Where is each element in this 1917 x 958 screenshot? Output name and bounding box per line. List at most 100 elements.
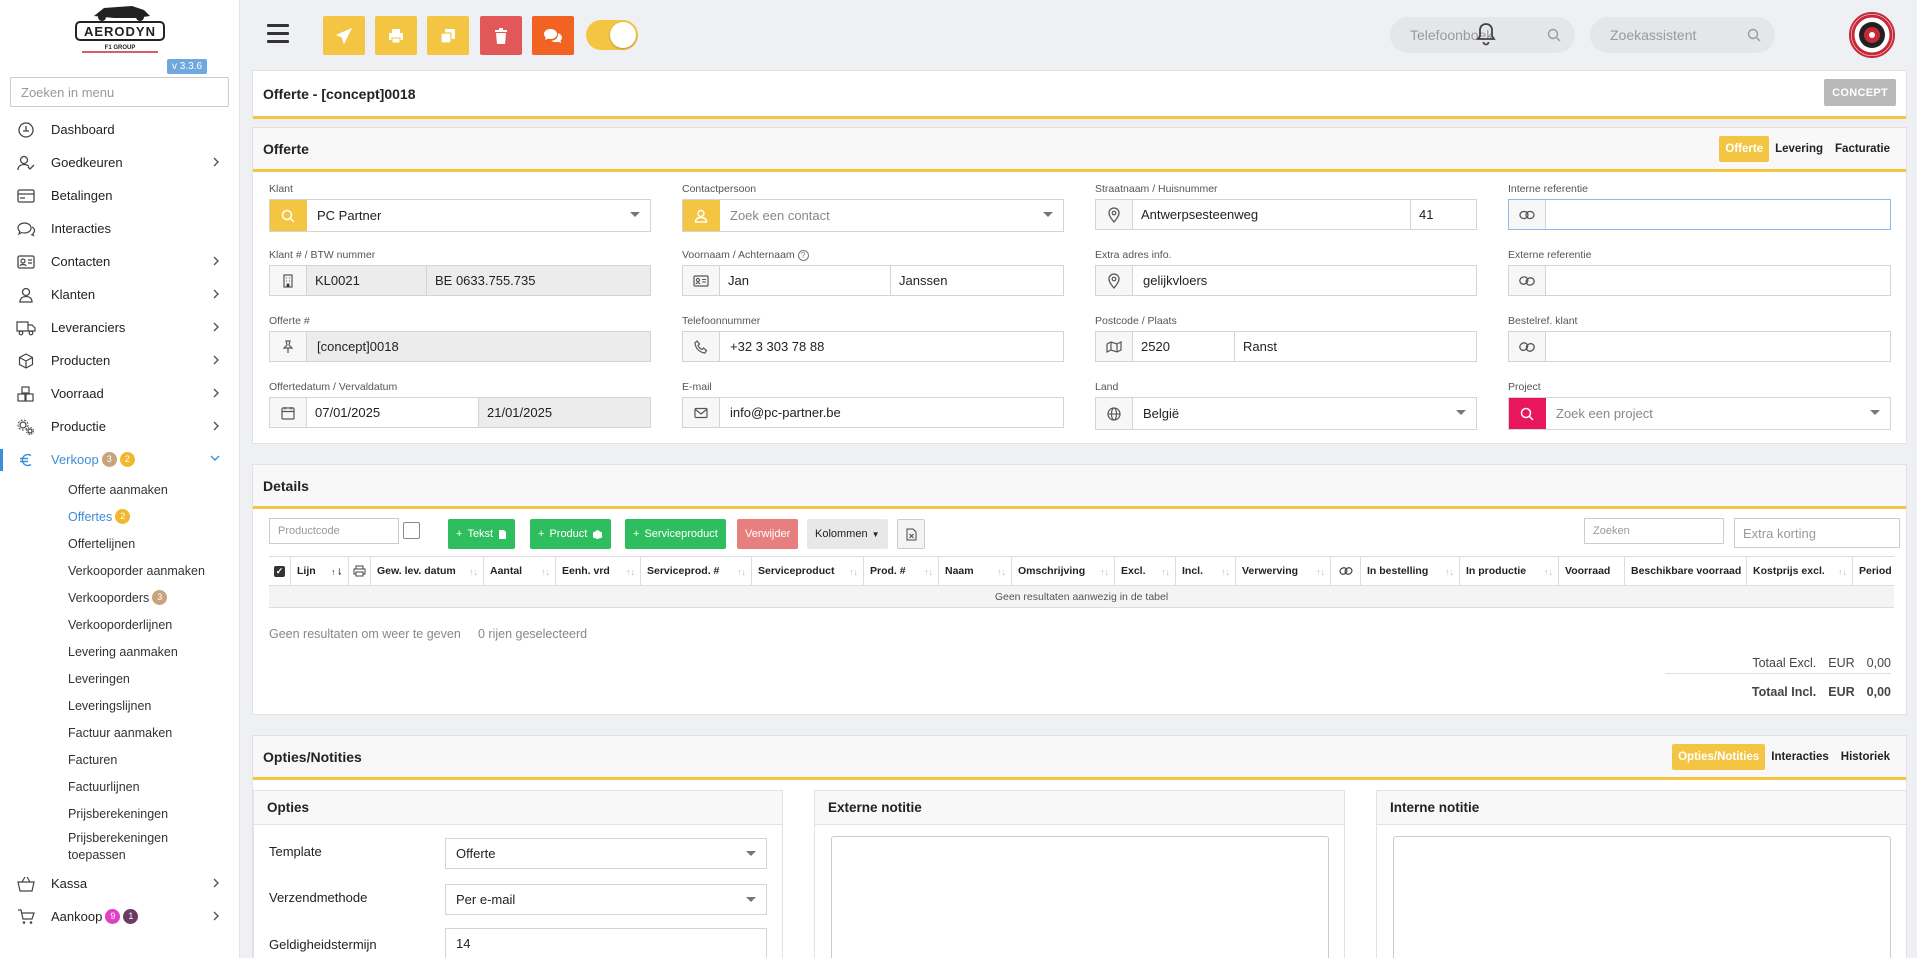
klant-select[interactable]: PC Partner bbox=[269, 199, 651, 232]
productcode-checkbox[interactable] bbox=[403, 522, 420, 539]
nav-leveranciers[interactable]: Leveranciers bbox=[0, 311, 240, 344]
offertedatum-input[interactable]: 07/01/2025 bbox=[307, 398, 479, 427]
email-input[interactable]: info@pc-partner.be bbox=[720, 405, 851, 420]
assistant-search[interactable]: Zoekassistent bbox=[1590, 17, 1775, 53]
col-serviceproduct[interactable]: Serviceproduct ↑↓ bbox=[752, 557, 864, 585]
col-verwerving[interactable]: Verwerving ↑↓ bbox=[1236, 557, 1331, 585]
col-eenh-vrd[interactable]: Eenh. vrd ↑↓ bbox=[556, 557, 641, 585]
plaats-input[interactable]: Ranst bbox=[1235, 332, 1285, 361]
sub-offerte-aanmaken[interactable]: Offerte aanmaken bbox=[68, 476, 240, 503]
col-period[interactable]: Period bbox=[1853, 557, 1894, 585]
sub-offertelijnen[interactable]: Offertelijnen bbox=[68, 530, 240, 557]
verzend-select[interactable]: Per e-mail bbox=[445, 884, 767, 915]
straat-field[interactable]: Antwerpsesteenweg 41 bbox=[1095, 199, 1477, 230]
hamburger-menu-icon[interactable] bbox=[267, 24, 289, 44]
interne-ref-field[interactable] bbox=[1508, 199, 1891, 230]
remove-button[interactable]: Verwijder bbox=[737, 519, 799, 549]
sub-factuurlijnen[interactable]: Factuurlijnen bbox=[68, 773, 240, 800]
sub-verkooporders[interactable]: Verkooporders 3 bbox=[68, 584, 240, 611]
voornaam-input[interactable]: Jan bbox=[720, 266, 891, 295]
huisnummer-input[interactable]: 41 bbox=[1411, 200, 1441, 229]
tab-levering[interactable]: Levering bbox=[1769, 136, 1829, 162]
nav-dashboard[interactable]: Dashboard bbox=[0, 113, 240, 146]
template-select[interactable]: Offerte bbox=[445, 838, 767, 869]
duplicate-button[interactable] bbox=[427, 16, 469, 55]
sub-factuur-aanmaken[interactable]: Factuur aanmaken bbox=[68, 719, 240, 746]
nav-goedkeuren[interactable]: Goedkeuren bbox=[0, 146, 240, 179]
col-kostprijs-excl[interactable]: Kostprijs excl. ↑↓ bbox=[1747, 557, 1853, 585]
sub-verkooporder-aanmaken[interactable]: Verkooporder aanmaken bbox=[68, 557, 240, 584]
nav-klanten[interactable]: Klanten bbox=[0, 278, 240, 311]
geldigheid-input[interactable]: 14 bbox=[445, 928, 767, 958]
externe-ref-field[interactable] bbox=[1508, 265, 1891, 296]
nav-productie[interactable]: Productie bbox=[0, 410, 240, 443]
comments-button[interactable] bbox=[532, 16, 574, 55]
col-serviceprod-nr[interactable]: Serviceprod. # ↑↓ bbox=[641, 557, 752, 585]
datum-field[interactable]: 07/01/2025 21/01/2025 bbox=[269, 397, 651, 428]
col-prod-nr[interactable]: Prod. # ↑↓ bbox=[864, 557, 939, 585]
extra-adres-input[interactable]: gelijkvloers bbox=[1133, 273, 1217, 288]
tab-historiek[interactable]: Historiek bbox=[1835, 744, 1896, 770]
avatar[interactable] bbox=[1849, 12, 1895, 58]
sub-levering-aanmaken[interactable]: Levering aanmaken bbox=[68, 638, 240, 665]
col-excl[interactable]: Excl. ↑↓ bbox=[1115, 557, 1176, 585]
nav-aankoop[interactable]: Aankoop 9 1 bbox=[0, 900, 240, 933]
col-in-bestelling[interactable]: In bestelling ↑↓ bbox=[1361, 557, 1460, 585]
send-button[interactable] bbox=[323, 16, 365, 55]
col-link[interactable] bbox=[1331, 557, 1361, 585]
col-in-productie[interactable]: In productie ↑↓ bbox=[1460, 557, 1559, 585]
bestelref-field[interactable] bbox=[1508, 331, 1891, 362]
delete-button[interactable] bbox=[480, 16, 522, 55]
table-search-input[interactable]: Zoeken bbox=[1584, 518, 1724, 544]
nav-producten[interactable]: Producten bbox=[0, 344, 240, 377]
col-beschikbare-voorraad[interactable]: Beschikbare voorraad bbox=[1625, 557, 1747, 585]
achternaam-input[interactable]: Janssen bbox=[891, 266, 955, 295]
col-omschrijving[interactable]: Omschrijving ↑↓ bbox=[1012, 557, 1115, 585]
select-all-checkbox[interactable]: ✓ bbox=[269, 557, 291, 585]
tab-facturatie[interactable]: Facturatie bbox=[1829, 136, 1896, 162]
col-print[interactable] bbox=[349, 557, 371, 585]
add-product-button[interactable]: + Product bbox=[530, 519, 612, 549]
email-field[interactable]: info@pc-partner.be bbox=[682, 397, 1064, 428]
aerodyn-logo[interactable]: AERODYN F1 GROUP bbox=[74, 2, 166, 54]
nav-interacties[interactable]: Interacties bbox=[0, 212, 240, 245]
sub-prijsberekeningen[interactable]: Prijsberekeningen bbox=[68, 800, 240, 827]
sub-verkooporderlijnen[interactable]: Verkooporderlijnen bbox=[68, 611, 240, 638]
nav-voorraad[interactable]: Voorraad bbox=[0, 377, 240, 410]
sub-offertes[interactable]: Offertes 2 bbox=[68, 503, 240, 530]
naam-field[interactable]: Jan Janssen bbox=[682, 265, 1064, 296]
nav-kassa[interactable]: Kassa bbox=[0, 867, 240, 900]
columns-button[interactable]: Kolommen ▼ bbox=[807, 519, 888, 549]
info-icon[interactable]: ? bbox=[797, 250, 809, 261]
postcode-input[interactable]: 2520 bbox=[1133, 332, 1235, 361]
add-serviceproduct-button[interactable]: + Serviceproduct bbox=[625, 519, 726, 549]
extra-adres-field[interactable]: gelijkvloers bbox=[1095, 265, 1477, 296]
bell-icon[interactable] bbox=[1476, 22, 1496, 46]
extra-korting-input[interactable]: Extra korting bbox=[1734, 518, 1900, 548]
col-voorraad[interactable]: Voorraad bbox=[1559, 557, 1625, 585]
mode-toggle[interactable] bbox=[586, 20, 638, 50]
print-button[interactable] bbox=[375, 16, 417, 55]
interne-notitie-textarea[interactable] bbox=[1393, 836, 1891, 958]
contact-select[interactable]: Zoek een contact bbox=[682, 199, 1064, 232]
telefoon-field[interactable]: +32 3 303 78 88 bbox=[682, 331, 1064, 362]
land-select[interactable]: België bbox=[1095, 397, 1477, 430]
sub-leveringslijnen[interactable]: Leveringslijnen bbox=[68, 692, 240, 719]
productcode-input[interactable]: Productcode bbox=[269, 518, 399, 544]
tab-interacties[interactable]: Interacties bbox=[1765, 744, 1835, 770]
geldigheid-value[interactable]: 14 bbox=[446, 936, 480, 951]
status-badge[interactable]: CONCEPT bbox=[1824, 79, 1896, 106]
tab-opties-notities[interactable]: Opties/Notities bbox=[1672, 744, 1766, 770]
menu-search-input[interactable] bbox=[10, 77, 229, 107]
postcode-field[interactable]: 2520 Ranst bbox=[1095, 331, 1477, 362]
project-select[interactable]: Zoek een project bbox=[1508, 397, 1891, 430]
nav-betalingen[interactable]: Betalingen bbox=[0, 179, 240, 212]
col-gew-lev-datum[interactable]: Gew. lev. datum ↑↓ bbox=[371, 557, 484, 585]
add-text-button[interactable]: + Tekst bbox=[448, 519, 516, 549]
export-excel-button[interactable] bbox=[897, 519, 925, 549]
nav-verkoop[interactable]: Verkoop 3 2 bbox=[0, 443, 240, 476]
col-naam[interactable]: Naam ↑↓ bbox=[939, 557, 1012, 585]
straat-input[interactable]: Antwerpsesteenweg bbox=[1133, 200, 1411, 229]
sub-prijsberekeningen-toepassen[interactable]: Prijsberekeningen toepassen bbox=[68, 827, 240, 867]
externe-notitie-textarea[interactable] bbox=[831, 836, 1329, 958]
